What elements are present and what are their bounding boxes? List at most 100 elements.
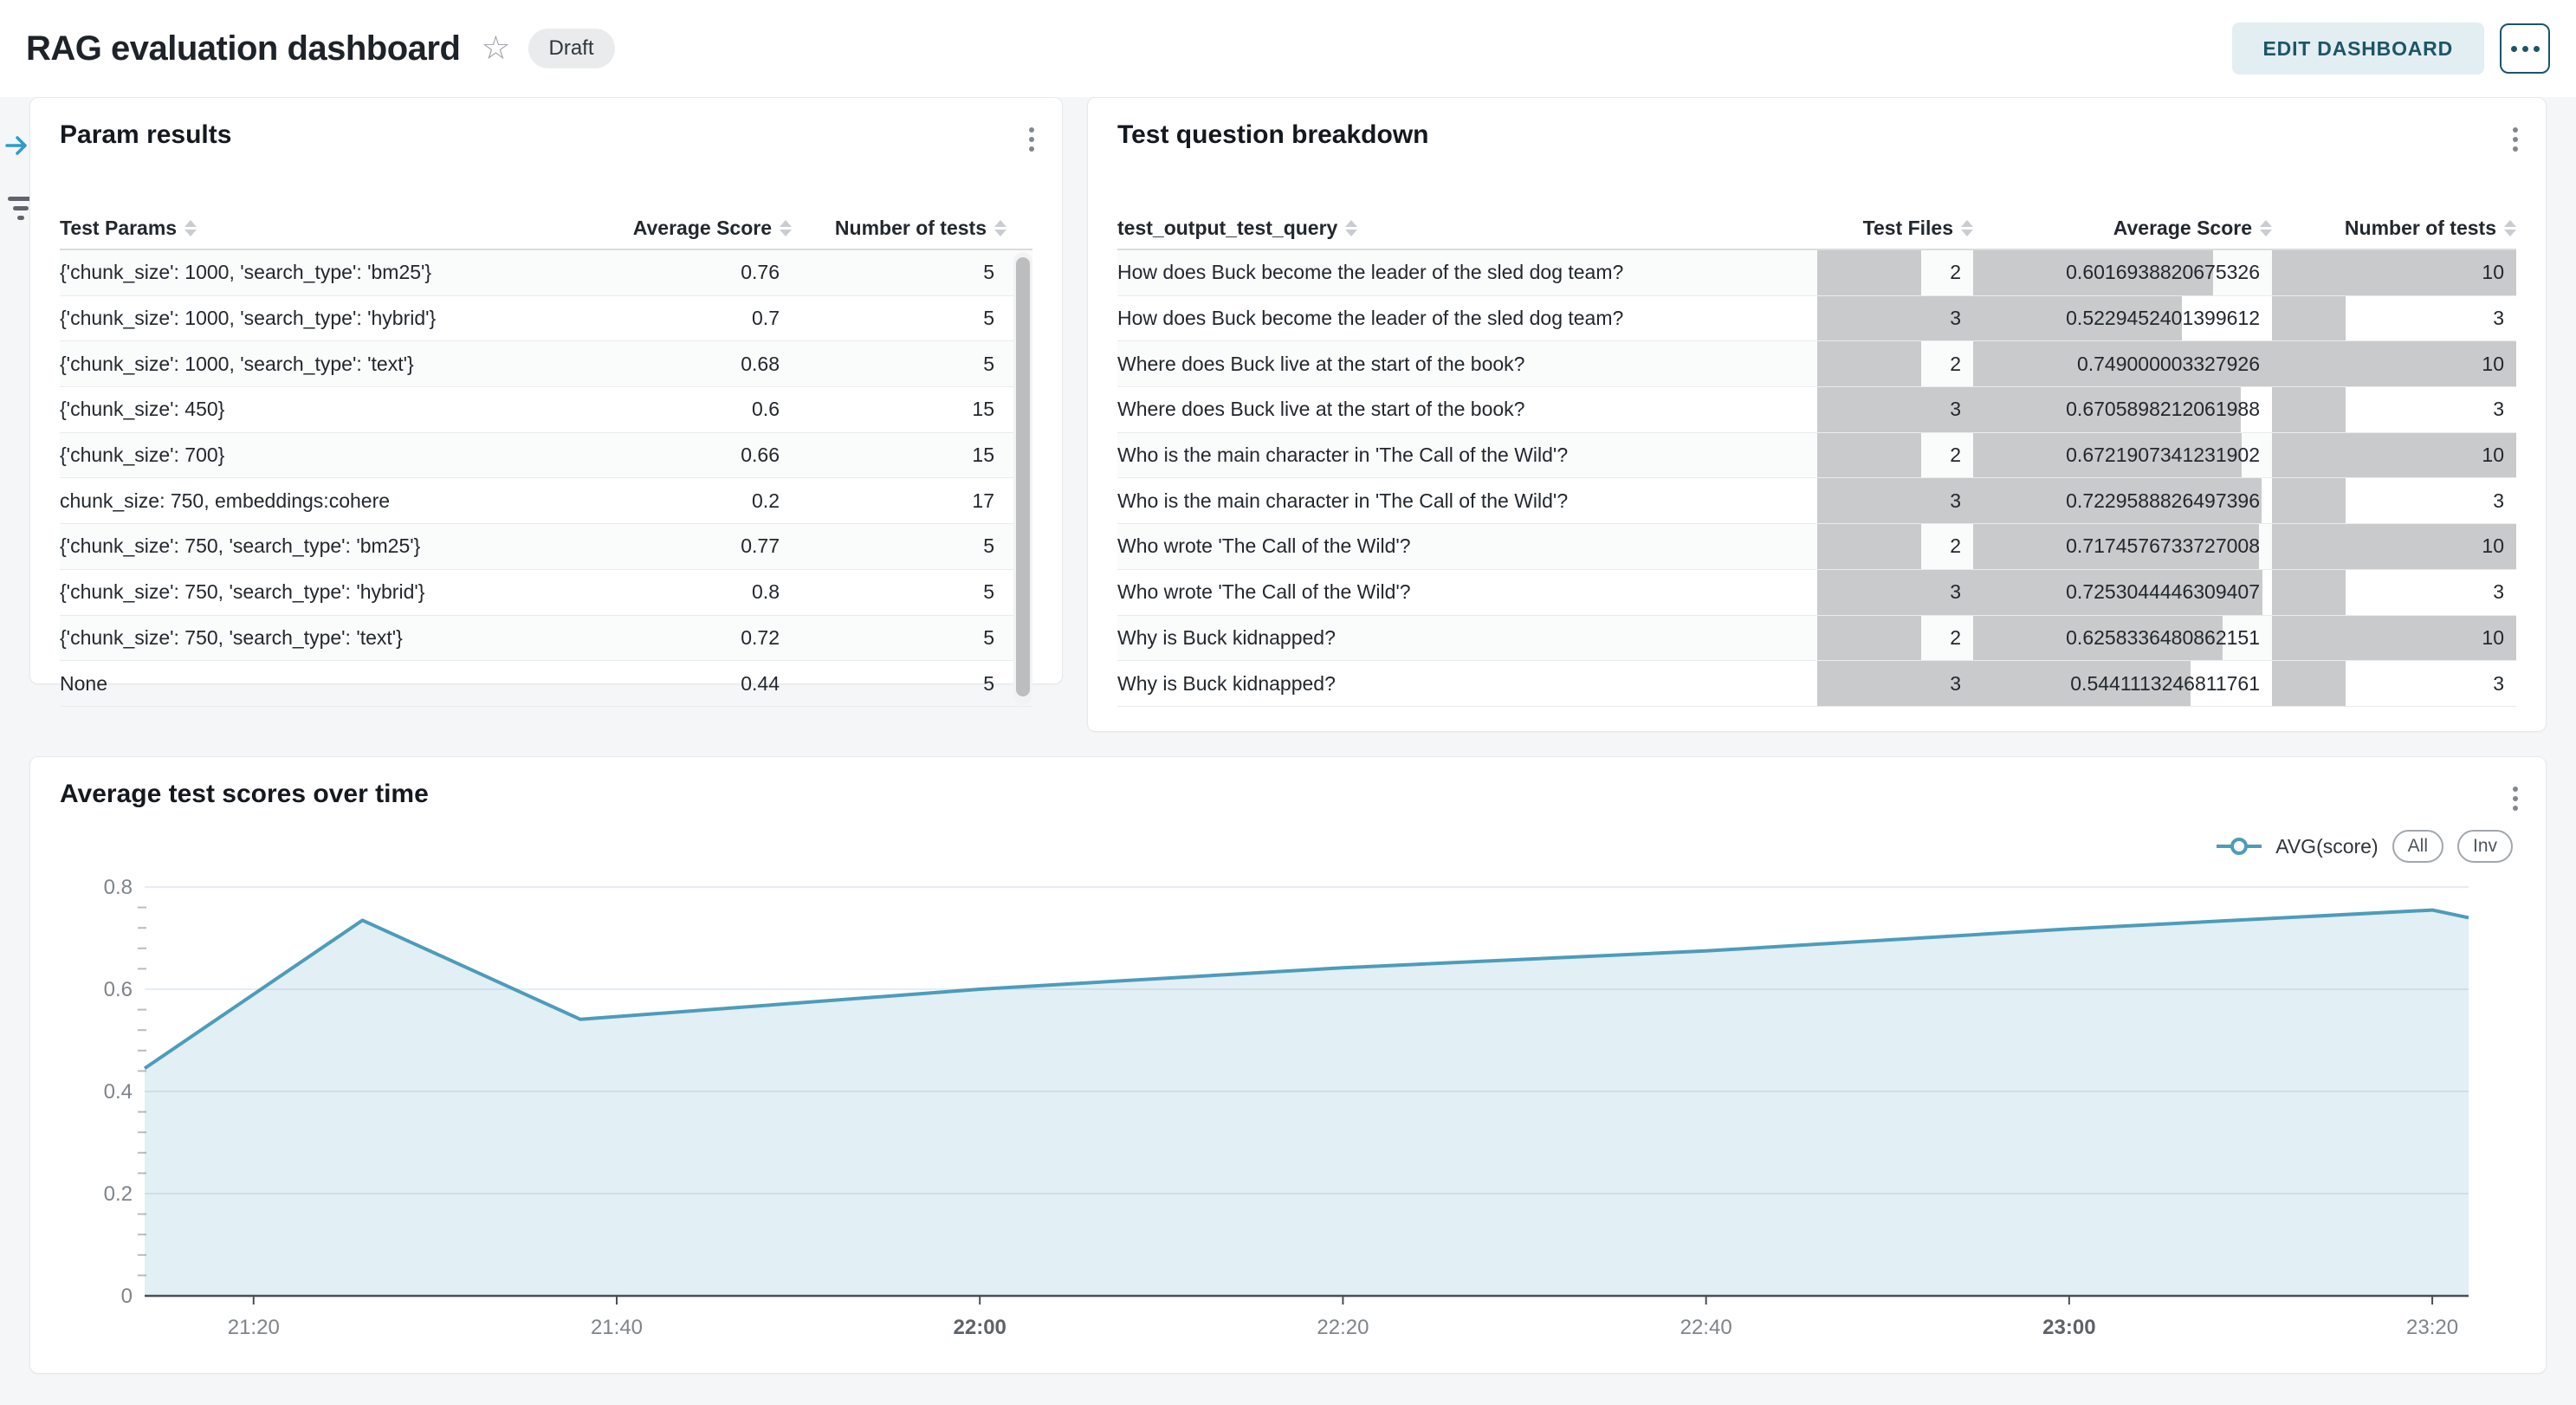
cell-average-score: 0.2 [553, 478, 792, 523]
cell-value: 3 [2493, 672, 2504, 696]
column-header-average-score[interactable]: Average Score [1973, 217, 2272, 240]
cell-average-score: 0.66 [553, 433, 792, 478]
table-body: How does Buck become the leader of the s… [1117, 250, 2516, 707]
cell-number-of-tests: 3 [2272, 478, 2516, 523]
table-row: {'chunk_size': 700}0.6615 [60, 433, 1032, 479]
cell-average-score: 0.7253044446309407 [1973, 570, 2272, 615]
cell-value: 2 [1950, 261, 1961, 284]
panel-menu-icon[interactable] [1024, 120, 1039, 159]
column-header-test-output-test-query[interactable]: test_output_test_query [1117, 217, 1817, 240]
panel-title: Test question breakdown [1117, 120, 1429, 150]
cell-number-of-tests: 15 [792, 387, 1006, 432]
column-label: Number of tests [2345, 217, 2496, 240]
edit-dashboard-button[interactable]: EDIT DASHBOARD [2232, 23, 2484, 74]
cell-value: Who is the main character in 'The Call o… [1117, 489, 1568, 513]
column-header-number-of-tests[interactable]: Number of tests [2272, 217, 2516, 240]
panel-menu-icon[interactable] [2508, 780, 2523, 818]
top-row: Param results Test ParamsAverage ScoreNu… [29, 97, 2547, 732]
cell-value: 0.72 [741, 626, 780, 650]
cell-value: Why is Buck kidnapped? [1117, 672, 1336, 696]
cell-average-score: 0.68 [553, 341, 792, 386]
legend-inv-button[interactable]: Inv [2457, 830, 2513, 863]
cell-value: 0.7 [752, 307, 780, 330]
cell-average-score: 0.6 [553, 387, 792, 432]
cell-value: 15 [972, 398, 994, 421]
cell-test-files: 2 [1817, 250, 1973, 295]
column-header-average-score[interactable]: Average Score [553, 217, 792, 240]
cell-value: 2 [1950, 444, 1961, 467]
param-results-panel: Param results Test ParamsAverage ScoreNu… [29, 97, 1063, 684]
x-tick-label: 23:00 [2042, 1316, 2095, 1339]
favorite-star-icon[interactable]: ☆ [481, 32, 510, 65]
data-bar [1817, 433, 1921, 478]
cell-test-output-test-query: How does Buck become the leader of the s… [1117, 296, 1817, 341]
cell-test-files: 3 [1817, 478, 1973, 523]
column-label: Test Files [1863, 217, 1953, 240]
x-tick-label: 21:20 [228, 1316, 280, 1339]
chart-legend: AVG(score) All Inv [2217, 830, 2513, 863]
cell-test-files: 3 [1817, 296, 1973, 341]
cell-value: 5 [983, 353, 994, 376]
sort-icon[interactable] [2504, 220, 2516, 236]
table-row: How does Buck become the leader of the s… [1117, 250, 2516, 296]
cell-average-score: 0.7229588826497396 [1973, 478, 2272, 523]
cell-average-score: 0.7174576733727008 [1973, 524, 2272, 569]
dashboard-canvas: Param results Test ParamsAverage ScoreNu… [0, 97, 2576, 1374]
table-row: {'chunk_size': 750, 'search_type': 'bm25… [60, 524, 1032, 570]
cell-value: 5 [983, 672, 994, 696]
cell-number-of-tests: 10 [2272, 524, 2516, 569]
cell-value: {'chunk_size': 750, 'search_type': 'bm25… [60, 534, 420, 558]
panel-head: Test question breakdown [1088, 98, 2546, 159]
table-header-row: test_output_test_query Test Files Average … [1117, 207, 2516, 250]
scores-chart-panel: Average test scores over time AVG(score)… [29, 756, 2547, 1374]
cell-test-output-test-query: Where does Buck live at the start of the… [1117, 387, 1817, 432]
cell-value: Why is Buck kidnapped? [1117, 626, 1336, 650]
cell-value: 10 [2482, 261, 2504, 284]
cell-value: 2 [1950, 626, 1961, 650]
cell-average-score: 0.76 [553, 250, 792, 295]
legend-series-label[interactable]: AVG(score) [2275, 835, 2378, 858]
table-row: {'chunk_size': 750, 'search_type': 'text… [60, 616, 1032, 662]
cell-test-params: chunk_size: 750, embeddings:cohere [60, 478, 553, 523]
cell-value: Where does Buck live at the start of the… [1117, 398, 1524, 421]
sort-icon[interactable] [1961, 220, 1973, 236]
legend-all-button[interactable]: All [2392, 830, 2443, 863]
cell-average-score: 0.7 [553, 296, 792, 341]
cell-average-score: 0.5441113246811761 [1973, 661, 2272, 706]
cell-value: 0.44 [741, 672, 780, 696]
column-header-test-files[interactable]: Test Files [1817, 217, 1973, 240]
x-tick-label: 22:20 [1317, 1316, 1369, 1339]
column-header-test-params[interactable]: Test Params [60, 217, 553, 240]
table-row: {'chunk_size': 450}0.615 [60, 387, 1032, 433]
x-tick-label: 23:20 [2406, 1316, 2458, 1339]
sort-icon[interactable] [1345, 220, 1357, 236]
x-tick-label: 21:40 [591, 1316, 643, 1339]
question-breakdown-panel: Test question breakdown test_output_test… [1087, 97, 2547, 732]
cell-value: 5 [983, 261, 994, 284]
cell-value: 0.77 [741, 534, 780, 558]
more-options-button[interactable] [2500, 23, 2550, 74]
vertical-scrollbar[interactable] [1013, 252, 1032, 705]
cell-value: 10 [2482, 626, 2504, 650]
sort-icon[interactable] [994, 220, 1006, 236]
sort-icon[interactable] [2260, 220, 2272, 236]
cell-test-params: {'chunk_size': 700} [60, 433, 553, 478]
panel-menu-icon[interactable] [2508, 120, 2523, 159]
cell-value: 3 [1950, 398, 1961, 421]
cell-test-files: 2 [1817, 524, 1973, 569]
cell-average-score: 0.6016938820675326 [1973, 250, 2272, 295]
cell-value: 0.7253044446309407 [2066, 580, 2260, 604]
cell-value: 3 [2493, 307, 2504, 330]
column-label: Average Score [2113, 217, 2252, 240]
table-row: Who is the main character in 'The Call o… [1117, 478, 2516, 524]
table-row: {'chunk_size': 750, 'search_type': 'hybr… [60, 570, 1032, 616]
cell-value: {'chunk_size': 750, 'search_type': 'text… [60, 626, 403, 650]
column-header-number-of-tests[interactable]: Number of tests [792, 217, 1006, 240]
scrollbar-thumb[interactable] [1016, 257, 1030, 696]
panel-title: Average test scores over time [60, 780, 429, 809]
sort-icon[interactable] [780, 220, 792, 236]
cell-value: 0.6705898212061988 [2066, 398, 2260, 421]
scores-line-chart[interactable]: 00.20.40.60.821:2021:4022:0022:2022:4023… [30, 868, 2541, 1366]
cell-value: 2 [1950, 534, 1961, 558]
sort-icon[interactable] [184, 220, 197, 236]
